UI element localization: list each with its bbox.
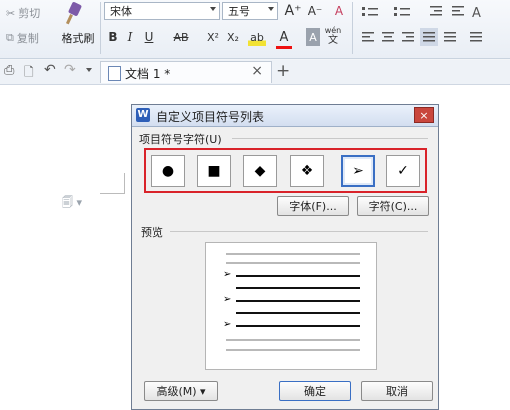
font-size-select[interactable]: 五号 xyxy=(222,2,278,20)
preview-bullet-arrow: ➢ xyxy=(223,294,232,305)
align-right-icon xyxy=(402,32,414,34)
preview-bullet-arrow: ➢ xyxy=(223,319,232,330)
bullet-preview-pane: ➢ ➢ ➢ xyxy=(205,242,377,370)
font-button[interactable]: 字体(F)... xyxy=(277,196,349,216)
line-spacing-icon xyxy=(470,32,482,34)
grow-font-button[interactable]: A⁺ xyxy=(284,2,302,20)
clear-format-button[interactable]: A xyxy=(330,2,348,20)
character-button[interactable]: 字符(C)... xyxy=(357,196,429,216)
advanced-button[interactable]: 高级(M) ▾ xyxy=(144,381,218,401)
print-icon[interactable]: ⎙ xyxy=(4,63,14,78)
format-painter-button[interactable]: 格式刷 xyxy=(56,2,96,52)
highlight-button[interactable]: ab xyxy=(248,28,266,46)
divider xyxy=(352,2,353,54)
align-center-icon xyxy=(382,32,394,34)
phonetic-guide-button[interactable]: wén 文 xyxy=(324,24,342,48)
numbered-list-icon xyxy=(394,7,397,10)
wps-writer-icon: W xyxy=(136,108,150,122)
bullet-option-diamond[interactable]: ◆ xyxy=(243,155,277,187)
font-color-button[interactable]: A xyxy=(276,28,292,49)
preview-bullet-arrow: ➢ xyxy=(223,269,232,280)
chevron-down-icon xyxy=(210,7,216,11)
group-divider xyxy=(232,138,428,139)
strikethrough-button[interactable]: AB xyxy=(170,28,192,46)
custom-bullet-dialog: W 自定义项目符号列表 × 项目符号字符(U) ● ■ ◆ ❖ ➢ ✓ 字体(F… xyxy=(131,104,439,410)
dialog-titlebar: W 自定义项目符号列表 × xyxy=(132,105,438,127)
print-preview-icon[interactable]: 🗋 xyxy=(24,63,34,84)
bullet-list-icon xyxy=(362,7,365,10)
bullet-option-square[interactable]: ■ xyxy=(197,155,231,187)
tab-document-1[interactable]: 文档 1 * × xyxy=(100,61,272,83)
bullet-character-picker: ● ■ ◆ ❖ ➢ ✓ xyxy=(144,148,427,193)
ribbon-toolbar: ✂ 剪切 ⧉ 复制 格式刷 宋体 五号 A⁺ A⁻ A B I U AB X² … xyxy=(0,0,510,59)
chevron-down-icon xyxy=(268,7,274,11)
shrink-font-button[interactable]: A⁻ xyxy=(306,2,324,20)
new-tab-icon[interactable]: + xyxy=(276,61,290,81)
font-name-select[interactable]: 宋体 xyxy=(104,2,220,20)
justify-icon xyxy=(423,32,435,34)
bold-button[interactable]: B xyxy=(106,28,120,46)
bullet-option-dot[interactable]: ● xyxy=(151,155,185,187)
cut-button[interactable]: ✂ 剪切 xyxy=(6,4,40,22)
scissors-icon: ✂ xyxy=(6,6,16,20)
close-tab-icon[interactable]: × xyxy=(251,63,263,79)
format-painter-icon xyxy=(65,2,82,25)
distribute-icon xyxy=(444,32,456,34)
subscript-button[interactable]: X₂ xyxy=(224,28,242,46)
italic-button[interactable]: I xyxy=(123,28,137,46)
indent-icon xyxy=(430,6,442,8)
bullet-option-four-diamonds[interactable]: ❖ xyxy=(290,155,324,187)
redo-icon[interactable]: ↷ xyxy=(64,62,76,78)
bullet-character-label: 项目符号字符(U) xyxy=(139,133,222,146)
document-icon xyxy=(108,66,121,81)
bullet-option-arrow[interactable]: ➢ xyxy=(341,155,375,187)
group-divider xyxy=(170,231,428,232)
cancel-button[interactable]: 取消 xyxy=(361,381,433,401)
paragraph-tools: A xyxy=(362,6,482,46)
divider xyxy=(100,2,101,54)
dialog-title: 自定义项目符号列表 xyxy=(156,110,265,124)
copy-icon: ⧉ xyxy=(6,31,14,44)
dialog-close-button[interactable]: × xyxy=(414,107,434,123)
ok-button[interactable]: 确定 xyxy=(279,381,351,401)
bullet-option-checkmark[interactable]: ✓ xyxy=(386,155,420,187)
underline-button[interactable]: U xyxy=(142,28,156,46)
character-shading-button[interactable]: A xyxy=(306,28,320,46)
text-effects-icon: A xyxy=(472,6,481,21)
page-margin-marker xyxy=(100,173,125,194)
document-tab-bar: ⎙ 🗋 ↶ ↷ 文档 1 * × + xyxy=(0,60,510,85)
preview-label: 预览 xyxy=(141,226,163,239)
paste-options-icon[interactable]: 🗐 ▾ xyxy=(62,194,82,213)
align-left-icon xyxy=(362,32,374,34)
quick-access-menu-icon[interactable] xyxy=(86,68,92,72)
undo-icon[interactable]: ↶ xyxy=(44,62,56,78)
copy-button[interactable]: ⧉ 复制 xyxy=(6,29,39,47)
superscript-button[interactable]: X² xyxy=(204,28,222,46)
